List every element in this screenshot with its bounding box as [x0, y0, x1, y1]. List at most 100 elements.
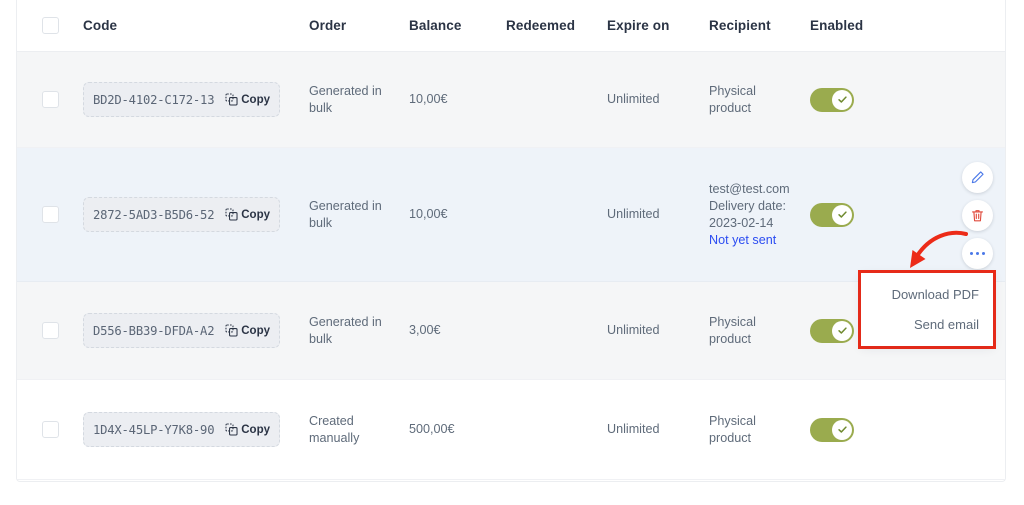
table-row[interactable]: BD2D-4102-C172-13 Copy Generated in bulk [17, 52, 1005, 148]
code-value: BD2D-4102-C172-13 [93, 92, 215, 107]
order-cell: Generated in bulk [309, 83, 409, 117]
ellipsis-icon [969, 251, 986, 256]
column-header-order[interactable]: Order [309, 18, 409, 33]
column-header-recipient[interactable]: Recipient [709, 18, 810, 33]
arrow-icon [910, 230, 968, 268]
toggle-knob [832, 204, 852, 225]
enabled-toggle[interactable] [810, 87, 854, 112]
check-icon [837, 211, 847, 218]
select-all-checkbox[interactable] [41, 17, 59, 34]
more-actions-menu-highlight: Download PDF Send email [858, 270, 996, 349]
row-select-cell[interactable] [17, 91, 83, 108]
enabled-cell[interactable] [810, 417, 925, 442]
edit-button[interactable] [962, 162, 993, 193]
expire-on-cell: Unlimited [607, 206, 709, 223]
copy-icon [225, 324, 238, 337]
column-header-code[interactable]: Code [83, 18, 309, 33]
code-pill[interactable]: D556-BB39-DFDA-A2 Copy [83, 313, 280, 348]
copy-button[interactable]: Copy [225, 423, 270, 436]
copy-button[interactable]: Copy [225, 93, 270, 106]
recipient-cell: Physical product [709, 314, 810, 348]
expire-on-value: Unlimited [607, 207, 660, 221]
enabled-cell[interactable] [810, 202, 925, 227]
check-icon [837, 426, 847, 433]
code-cell: BD2D-4102-C172-13 Copy [83, 82, 309, 117]
code-cell: 2872-5AD3-B5D6-52 Copy [83, 197, 309, 232]
recipient-value: Physical product [709, 413, 756, 445]
copy-label: Copy [241, 93, 270, 106]
column-header-expire-on[interactable]: Expire on [607, 18, 709, 33]
column-header-redeemed[interactable]: Redeemed [506, 18, 607, 33]
order-value: Generated in bulk [309, 83, 382, 115]
balance-value: 3,00€ [409, 323, 441, 337]
copy-label: Copy [241, 324, 270, 337]
copy-icon [225, 423, 238, 436]
expire-on-cell: Unlimited [607, 91, 709, 108]
more-actions-menu: Download PDF Send email [861, 273, 993, 346]
row-select-cell[interactable] [17, 206, 83, 223]
enabled-toggle[interactable] [810, 202, 854, 227]
expire-on-value: Unlimited [607, 92, 660, 106]
row-checkbox[interactable] [41, 206, 59, 223]
expire-on-value: Unlimited [607, 323, 660, 337]
toggle-knob [832, 89, 852, 110]
toggle-knob [832, 419, 852, 440]
code-pill[interactable]: 2872-5AD3-B5D6-52 Copy [83, 197, 280, 232]
enabled-cell[interactable] [810, 87, 925, 112]
balance-value: 10,00€ [409, 207, 448, 221]
trash-icon [971, 210, 984, 222]
code-cell: 1D4X-45LP-Y7K8-90 Copy [83, 412, 309, 447]
expire-on-cell: Unlimited [607, 322, 709, 339]
copy-button[interactable]: Copy [225, 324, 270, 337]
menu-item-download-pdf[interactable]: Download PDF [861, 287, 979, 303]
row-checkbox[interactable] [41, 421, 59, 438]
order-value: Generated in bulk [309, 198, 382, 230]
order-value: Created manually [309, 413, 360, 445]
table-header-row: Code Order Balance Redeemed Expire on Re… [17, 0, 1005, 52]
copy-button[interactable]: Copy [225, 208, 270, 221]
code-pill[interactable]: BD2D-4102-C172-13 Copy [83, 82, 280, 117]
balance-cell: 10,00€ [409, 91, 506, 108]
gift-card-codes-screen: Code Order Balance Redeemed Expire on Re… [0, 0, 1024, 505]
code-value: D556-BB39-DFDA-A2 [93, 323, 215, 338]
order-cell: Created manually [309, 413, 409, 447]
table-row[interactable]: 2872-5AD3-B5D6-52 Copy Generated in bulk [17, 148, 1005, 282]
row-select-cell[interactable] [17, 322, 83, 339]
enabled-toggle[interactable] [810, 417, 854, 442]
table-row[interactable]: 1D4X-45LP-Y7K8-90 Copy Created manually [17, 380, 1005, 480]
row-checkbox[interactable] [41, 322, 59, 339]
row-checkbox[interactable] [41, 91, 59, 108]
codes-table: Code Order Balance Redeemed Expire on Re… [16, 0, 1006, 482]
code-pill[interactable]: 1D4X-45LP-Y7K8-90 Copy [83, 412, 280, 447]
code-value: 1D4X-45LP-Y7K8-90 [93, 422, 215, 437]
expire-on-cell: Unlimited [607, 421, 709, 438]
delete-button[interactable] [962, 200, 993, 231]
select-all-cell[interactable] [17, 17, 83, 34]
order-cell: Generated in bulk [309, 198, 409, 232]
column-header-enabled[interactable]: Enabled [810, 18, 925, 33]
expire-on-value: Unlimited [607, 422, 660, 436]
check-icon [837, 96, 847, 103]
pencil-icon [971, 171, 984, 184]
balance-value: 500,00€ [409, 422, 455, 436]
recipient-cell: test@test.com Delivery date: 2023-02-14 … [709, 181, 810, 249]
copy-icon [225, 208, 238, 221]
balance-cell: 10,00€ [409, 206, 506, 223]
table-row[interactable]: D556-BB39-DFDA-A2 Copy Generated in bulk [17, 282, 1005, 380]
code-cell: D556-BB39-DFDA-A2 Copy [83, 313, 309, 348]
balance-cell: 500,00€ [409, 421, 506, 438]
column-header-balance[interactable]: Balance [409, 18, 506, 33]
copy-label: Copy [241, 208, 270, 221]
recipient-delivery-date: Delivery date: 2023-02-14 [709, 198, 786, 230]
order-value: Generated in bulk [309, 314, 382, 346]
enabled-toggle[interactable] [810, 318, 854, 343]
menu-item-send-email[interactable]: Send email [861, 317, 979, 333]
recipient-cell: Physical product [709, 83, 810, 117]
recipient-email: test@test.com [709, 181, 790, 196]
recipient-value: Physical product [709, 314, 756, 346]
recipient-send-status-link[interactable]: Not yet sent [709, 232, 810, 249]
recipient-cell: Physical product [709, 413, 810, 447]
recipient-value: Physical product [709, 83, 756, 115]
row-select-cell[interactable] [17, 421, 83, 438]
check-icon [837, 327, 847, 334]
